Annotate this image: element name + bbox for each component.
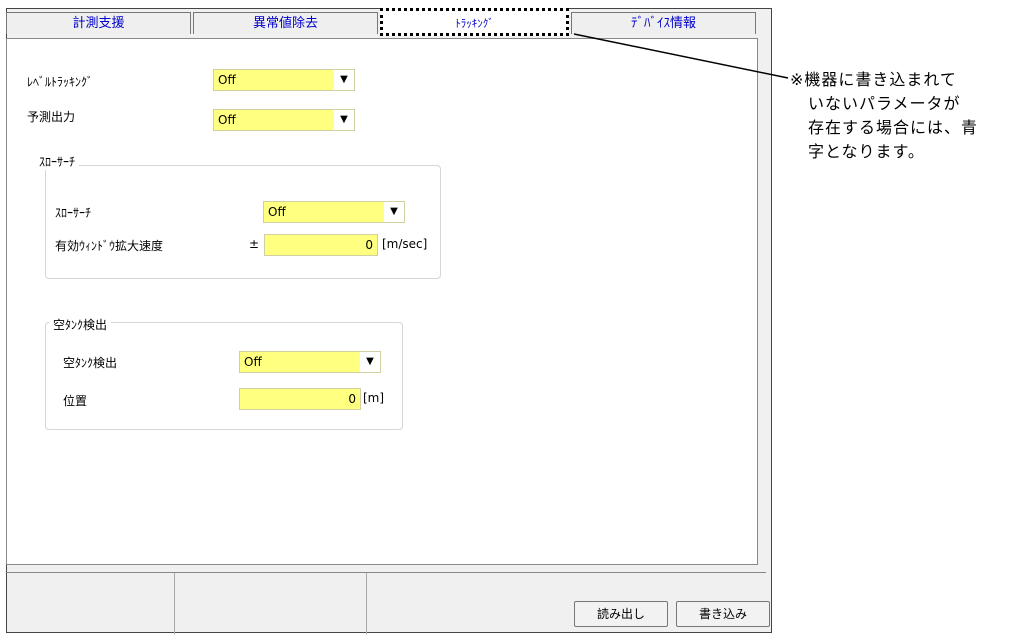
dropdown-arrow-icon: ▼ <box>384 202 404 222</box>
callout-note: ※機器に書き込まれて いないパラメータが 存在する場合には、青 字となります。 <box>790 68 1026 164</box>
status-bar: 読み出し 書き込み <box>6 572 770 634</box>
note-line-4: 字となります。 <box>808 142 925 161</box>
tab-bar: 計測支援 異常値除去 ﾄﾗｯｷﾝｸﾞ ﾃﾞﾊﾞｲｽ情報 <box>6 8 758 38</box>
slow-search-select[interactable]: Off ▼ <box>263 201 405 223</box>
note-line-2: いないパラメータが <box>808 94 961 113</box>
window-speed-unit: [m/sec] <box>382 237 428 251</box>
level-tracking-value: Off <box>218 73 236 87</box>
dropdown-arrow-icon: ▼ <box>360 352 380 372</box>
level-tracking-label: ﾚﾍﾞﾙﾄﾗｯｷﾝｸﾞ <box>27 75 94 89</box>
position-label: 位置 <box>63 394 88 408</box>
tab-device-info[interactable]: ﾃﾞﾊﾞｲｽ情報 <box>571 12 756 34</box>
write-button[interactable]: 書き込み <box>676 601 770 627</box>
prediction-output-label: 予測出力 <box>27 110 76 124</box>
empty-tank-value: Off <box>244 355 262 369</box>
level-tracking-select[interactable]: Off ▼ <box>213 69 355 91</box>
tracking-panel: ﾚﾍﾞﾙﾄﾗｯｷﾝｸﾞ Off ▼ 予測出力 Off ▼ ｽﾛｰｻｰﾁ ｽﾛｰｻ… <box>6 38 758 565</box>
plus-minus-sign: ± <box>249 237 260 251</box>
tab-measurement-support[interactable]: 計測支援 <box>6 12 191 34</box>
slow-search-group-title: ｽﾛｰｻｰﾁ <box>35 153 80 170</box>
status-pane-1 <box>6 573 175 634</box>
position-input[interactable]: 0 <box>239 388 361 410</box>
window-speed-label: 有効ｳｨﾝﾄﾞｳ拡大速度 <box>55 239 164 253</box>
prediction-output-value: Off <box>218 113 236 127</box>
note-line-3: 存在する場合には、青 <box>808 118 979 137</box>
empty-tank-group-title: 空ﾀﾝｸ検出 <box>49 316 112 333</box>
status-pane-2 <box>174 573 367 634</box>
empty-tank-label: 空ﾀﾝｸ検出 <box>63 356 118 370</box>
tab-outlier-removal[interactable]: 異常値除去 <box>193 12 378 34</box>
empty-tank-select[interactable]: Off ▼ <box>239 351 381 373</box>
dropdown-arrow-icon: ▼ <box>334 70 354 90</box>
empty-tank-group <box>45 322 403 430</box>
tab-tracking[interactable]: ﾄﾗｯｷﾝｸﾞ <box>380 8 569 36</box>
note-line-1: ※機器に書き込まれて <box>790 70 957 89</box>
window-speed-input[interactable]: 0 <box>264 234 378 256</box>
slow-search-label: ｽﾛｰｻｰﾁ <box>55 206 92 220</box>
prediction-output-select[interactable]: Off ▼ <box>213 109 355 131</box>
position-unit: [m] <box>363 391 385 405</box>
dropdown-arrow-icon: ▼ <box>334 110 354 130</box>
read-button[interactable]: 読み出し <box>574 601 668 627</box>
slow-search-value: Off <box>268 205 286 219</box>
